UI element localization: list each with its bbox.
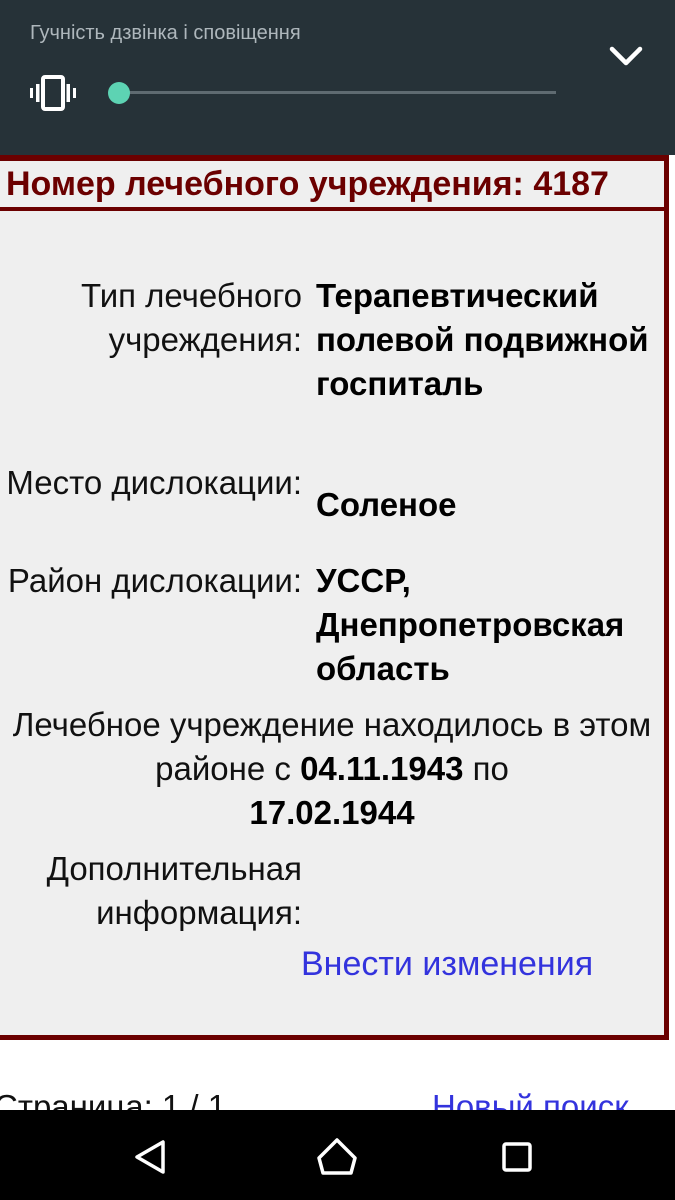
field-label: Тип лечебного учреждения: (80, 277, 302, 358)
period-from: 04.11.1943 (300, 750, 464, 787)
field-label: Место дислокации: (6, 464, 302, 501)
recents-button[interactable] (492, 1132, 542, 1182)
edit-link[interactable]: Внести изменения (301, 945, 593, 984)
card-header: Номер лечебного учреждения: 4187 (0, 155, 664, 211)
home-icon (317, 1138, 357, 1175)
volume-slider[interactable] (108, 80, 556, 106)
volume-panel: Гучність дзвінка і сповіщення (0, 0, 675, 155)
vibrate-icon[interactable] (30, 74, 76, 112)
navigation-bar (0, 1110, 675, 1200)
period-to: 17.02.1944 (249, 794, 415, 831)
field-value: Терапевтический полевой подвижной госпит… (316, 277, 649, 402)
field-value: УССР, Днепропетровская область (316, 562, 625, 687)
chevron-down-icon (609, 46, 643, 66)
back-button[interactable] (125, 1132, 175, 1182)
slider-thumb[interactable] (108, 82, 130, 104)
field-label: Район дислокации: (7, 562, 302, 599)
field-label: Дополнительная информация: (46, 850, 302, 931)
slider-track (120, 91, 556, 94)
collapse-button[interactable] (598, 36, 654, 76)
home-button[interactable] (312, 1132, 362, 1182)
recents-icon (502, 1142, 532, 1172)
volume-title: Гучність дзвінка і сповіщення (30, 22, 301, 44)
period-text: Лечебное учреждение находилось в этом ра… (0, 703, 664, 835)
hospital-card: Номер лечебного учреждения: 4187 Тип леч… (0, 155, 669, 1040)
period-connector: по (472, 750, 509, 787)
field-value: Соленое (316, 486, 457, 523)
hospital-number-title: Номер лечебного учреждения: 4187 (0, 161, 664, 207)
back-icon (135, 1140, 165, 1174)
